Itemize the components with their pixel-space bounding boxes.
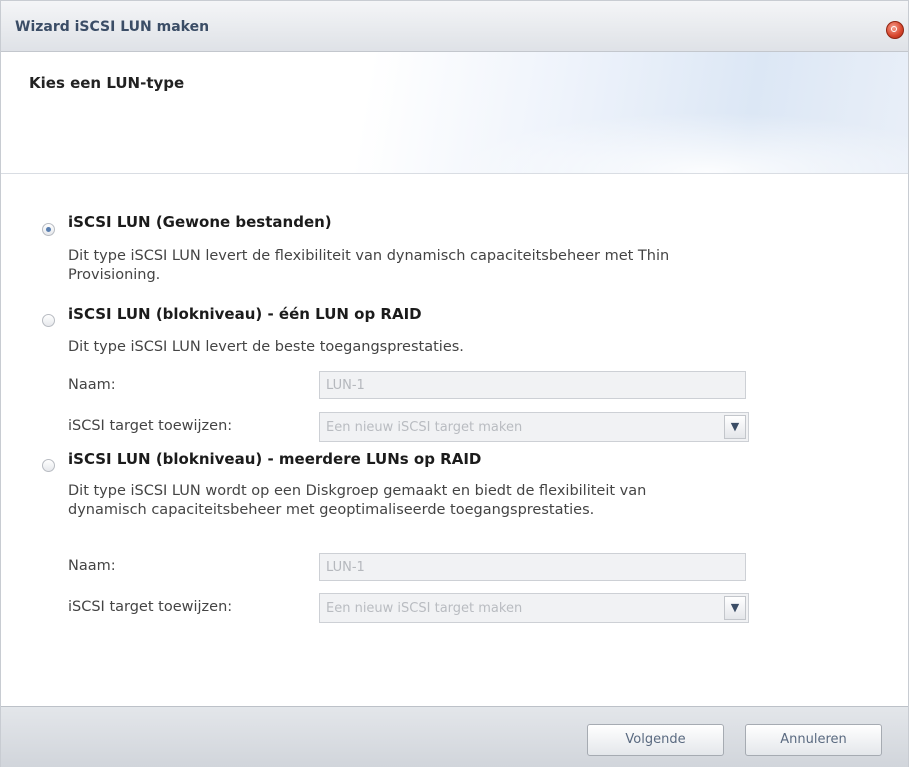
option-regular-files-description-line1: Dit type iSCSI LUN levert de flexibilite… (68, 248, 670, 264)
option-block-single-lun-title[interactable]: iSCSI LUN (blokniveau) - één LUN op RAID (68, 305, 422, 323)
option-regular-files-title[interactable]: iSCSI LUN (Gewone bestanden) (68, 213, 332, 231)
multi-lun-target-label: iSCSI target toewijzen: (68, 599, 233, 615)
chevron-down-icon[interactable]: ▼ (724, 415, 746, 439)
multi-lun-target-value: Een nieuw iSCSI target maken (326, 601, 523, 616)
wizard-header: Kies een LUN-type (1, 52, 908, 174)
multi-lun-target-select[interactable]: Een nieuw iSCSI target maken ▼ (319, 593, 749, 623)
chevron-down-icon[interactable]: ▼ (724, 596, 746, 620)
wizard-content: iSCSI LUN (Gewone bestanden) Dit type iS… (1, 174, 908, 684)
wizard-window: Wizard iSCSI LUN maken Kies een LUN-type… (0, 0, 909, 767)
single-lun-target-value: Een nieuw iSCSI target maken (326, 420, 523, 435)
single-lun-name-input[interactable] (319, 371, 746, 399)
header-decoration (448, 112, 908, 173)
option-block-multiple-luns-description-line2: dynamisch capaciteitsbeheer met geoptima… (68, 502, 595, 518)
option-regular-files-description-line2: Provisioning. (68, 267, 161, 283)
single-lun-target-select[interactable]: Een nieuw iSCSI target maken ▼ (319, 412, 749, 442)
single-lun-target-label: iSCSI target toewijzen: (68, 418, 233, 434)
multi-lun-name-label: Naam: (68, 558, 116, 574)
radio-block-single-lun[interactable] (42, 314, 55, 327)
single-lun-name-label: Naam: (68, 377, 116, 393)
wizard-footer: Volgende Annuleren (1, 706, 908, 767)
multi-lun-name-input[interactable] (319, 553, 746, 581)
next-button[interactable]: Volgende (587, 724, 724, 756)
cancel-button[interactable]: Annuleren (745, 724, 882, 756)
radio-block-multiple-luns[interactable] (42, 459, 55, 472)
option-block-single-lun-description: Dit type iSCSI LUN levert de beste toega… (68, 339, 464, 355)
title-bar: Wizard iSCSI LUN maken (1, 1, 908, 52)
option-block-multiple-luns-description-line1: Dit type iSCSI LUN wordt op een Diskgroe… (68, 483, 647, 499)
step-title: Kies een LUN-type (29, 74, 185, 92)
radio-regular-files[interactable] (42, 223, 55, 236)
option-block-multiple-luns-title[interactable]: iSCSI LUN (blokniveau) - meerdere LUNs o… (68, 450, 481, 468)
close-icon[interactable] (886, 21, 904, 39)
window-title: Wizard iSCSI LUN maken (15, 19, 210, 35)
